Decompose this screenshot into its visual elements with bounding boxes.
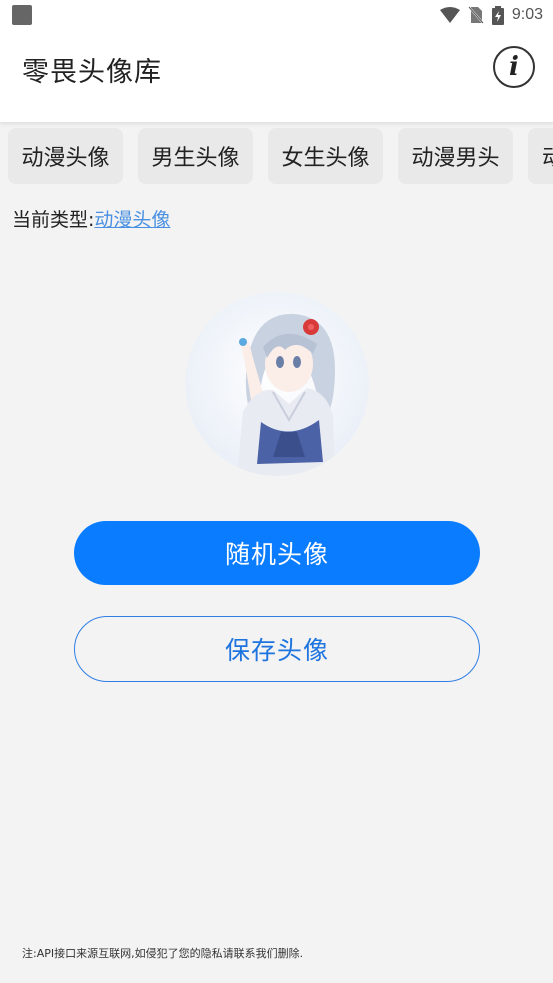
chip-partial[interactable]: 动 bbox=[528, 128, 553, 184]
chip-anime-male[interactable]: 动漫男头 bbox=[398, 128, 513, 184]
wifi-icon bbox=[439, 7, 460, 23]
random-avatar-button[interactable]: 随机头像 bbox=[74, 521, 480, 585]
footer-note: 注:API接口来源互联网,如侵犯了您的隐私请联系我们删除. bbox=[22, 947, 304, 960]
current-type: 当前类型:动漫头像 bbox=[12, 205, 170, 232]
no-sim-icon bbox=[468, 6, 484, 24]
chip-female-avatar[interactable]: 女生头像 bbox=[268, 128, 383, 184]
app-title: 零畏头像库 bbox=[22, 57, 162, 88]
chip-anime-avatar[interactable]: 动漫头像 bbox=[8, 128, 123, 184]
status-time: 9:03 bbox=[511, 6, 543, 23]
app-bar: 零畏头像库 i bbox=[0, 30, 553, 123]
chip-male-avatar[interactable]: 男生头像 bbox=[138, 128, 253, 184]
anime-avatar-image bbox=[185, 292, 369, 476]
app-notification-icon bbox=[12, 5, 32, 25]
save-avatar-button[interactable]: 保存头像 bbox=[74, 616, 480, 682]
status-icons: 9:03 bbox=[439, 5, 543, 25]
category-chips: 动漫头像 男生头像 女生头像 动漫男头 动 bbox=[0, 128, 553, 186]
info-icon[interactable]: i bbox=[493, 46, 535, 88]
current-type-label: 当前类型: bbox=[12, 209, 95, 231]
avatar-image[interactable] bbox=[185, 292, 369, 476]
current-type-link[interactable]: 动漫头像 bbox=[94, 209, 170, 231]
status-bar: 9:03 bbox=[0, 0, 553, 30]
battery-charging-icon bbox=[491, 5, 504, 25]
